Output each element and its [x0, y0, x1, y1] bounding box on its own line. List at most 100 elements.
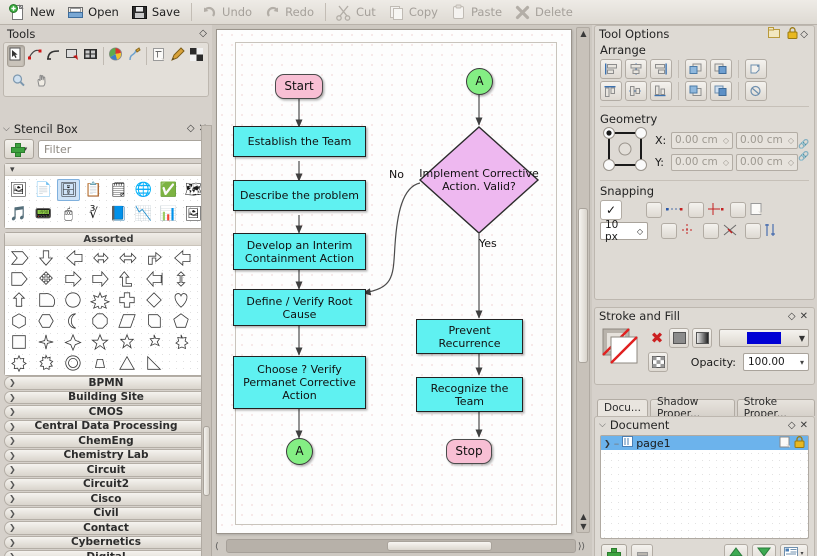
pattern-fill-button[interactable]: [648, 352, 668, 372]
scroll-down-icon[interactable]: ▲: [579, 512, 588, 521]
shape-four-point-star[interactable]: [60, 332, 86, 352]
shape-bent-arrow[interactable]: [141, 248, 167, 268]
blank-page-icon[interactable]: 📄: [32, 179, 55, 201]
lower-button[interactable]: [685, 81, 707, 101]
toolbar-button-save[interactable]: Save: [126, 2, 187, 23]
document-page-list[interactable]: ❯ – page1: [600, 435, 809, 539]
stencil-collection-cmos[interactable]: ❯ CMOS: [4, 405, 208, 419]
stroke-and-fill-config-icon[interactable]: ◇: [786, 311, 798, 322]
shape-striped-right-arrow[interactable]: [60, 269, 86, 289]
fill-color-combo[interactable]: ▼: [719, 329, 809, 347]
page-options-button[interactable]: ▾: [780, 544, 808, 556]
node-prevent-recurrence[interactable]: Prevent Recurrence: [416, 319, 523, 354]
shape-gear[interactable]: [60, 353, 86, 373]
spinner-icon[interactable]: ◇: [723, 136, 729, 145]
ungroup-button[interactable]: [745, 81, 767, 101]
list-icon[interactable]: 📋: [82, 179, 105, 201]
stencil-group-header[interactable]: ▾: [5, 164, 207, 176]
visible-icon[interactable]: [779, 436, 791, 451]
book-icon[interactable]: 📘: [107, 203, 130, 225]
raise-button[interactable]: [710, 59, 732, 79]
canvas-horizontal-scrollbar[interactable]: [226, 539, 576, 553]
align-bottom-button[interactable]: [650, 81, 672, 101]
tool-calligraphy[interactable]: [125, 45, 143, 67]
shape-up-bent-arrow[interactable]: [114, 269, 140, 289]
shape-pentagon-arrow[interactable]: [6, 269, 32, 289]
no-fill-icon[interactable]: ✖: [648, 329, 666, 347]
bring-to-front-button[interactable]: [685, 59, 707, 79]
toolbar-button-copy[interactable]: Copy: [383, 2, 445, 23]
dock-tab-2[interactable]: Stroke Proper...: [736, 396, 815, 420]
toolbar-button-undo[interactable]: Undo: [196, 2, 259, 23]
send-to-back-button[interactable]: [710, 81, 732, 101]
document-panel-close-icon[interactable]: ✕: [798, 420, 810, 431]
toolbar-button-delete[interactable]: Delete: [509, 2, 580, 23]
snap-grid-checkbox[interactable]: [661, 223, 677, 239]
database-icon[interactable]: 🗄: [57, 179, 80, 201]
toolbar-button-open[interactable]: Open: [62, 2, 126, 23]
stencil-filter-input[interactable]: Filter: [38, 139, 208, 159]
math-root-icon[interactable]: ∛: [82, 203, 105, 225]
stencil-box-scrollbar[interactable]: [201, 125, 212, 556]
shape-left-arrow-notched[interactable]: [60, 248, 86, 268]
expand-arrow-icon[interactable]: ❯: [9, 393, 16, 402]
shape-seven-point-star[interactable]: [141, 332, 167, 352]
spinner-icon[interactable]: ◇: [637, 227, 643, 236]
align-left-button[interactable]: [600, 59, 622, 79]
document-list-item-page1[interactable]: ❯ – page1: [601, 435, 808, 451]
chevron-down-icon[interactable]: ▼: [799, 334, 805, 343]
tool-gradient[interactable]: [63, 45, 81, 67]
expand-arrow-icon[interactable]: ❯: [9, 407, 16, 416]
spinner-icon[interactable]: ◇: [788, 136, 794, 145]
scroll-right-icon[interactable]: ⟩⟩: [578, 542, 585, 552]
shape-left-block-arrow[interactable]: [168, 248, 194, 268]
stencil-collection-central-data-processing[interactable]: ❯ Central Data Processing: [4, 419, 208, 433]
tool-text[interactable]: [150, 45, 168, 67]
expand-arrow-icon[interactable]: ❯: [9, 509, 16, 518]
stencil-box-scrollbar-thumb[interactable]: [203, 426, 210, 496]
node-connector-a-out[interactable]: A: [286, 438, 313, 465]
stencil-collection-bpmn[interactable]: ❯ BPMN: [4, 376, 208, 390]
polyline-icon[interactable]: 📉: [132, 203, 155, 225]
spinner-icon[interactable]: ◇: [723, 158, 729, 167]
shape-chevron-arrow[interactable]: [6, 248, 32, 268]
stencil-collection-digital[interactable]: ❯Digital: [4, 550, 208, 556]
check-icon[interactable]: ✅: [157, 179, 180, 201]
float-panel-icon[interactable]: [768, 26, 781, 42]
group-button[interactable]: [745, 59, 767, 79]
document-page[interactable]: Start Establish the Team Describe the pr…: [216, 29, 572, 534]
stencil-collection-civil[interactable]: ❯ Civil: [4, 506, 208, 520]
expand-arrow-icon[interactable]: ❯: [9, 465, 16, 474]
shape-left-right-arrow[interactable]: [114, 248, 140, 268]
stencil-collection-cisco[interactable]: ❯ Cisco: [4, 492, 208, 506]
shape-spiked-star[interactable]: [6, 353, 32, 373]
shape-triangle[interactable]: [114, 353, 140, 373]
snapping-enabled-checkbox[interactable]: ✓: [600, 200, 622, 220]
stencil-collection-circuit2[interactable]: ❯ Circuit2: [4, 477, 208, 491]
shape-four-point-star-thin[interactable]: [33, 332, 59, 352]
shape-hexagon[interactable]: [33, 311, 59, 331]
align-top-button[interactable]: [600, 81, 622, 101]
document-panel-collapse-icon[interactable]: ⌵: [599, 420, 606, 430]
tools-panel-config-icon[interactable]: ◇: [197, 28, 209, 39]
expand-arrow-icon[interactable]: ❯: [9, 494, 16, 503]
toolbar-button-paste[interactable]: Paste: [445, 2, 509, 23]
notes-icon[interactable]: 🗒: [107, 179, 130, 201]
geometry-x2-field[interactable]: 0.00 cm ◇: [736, 131, 798, 149]
shape-down-arrow[interactable]: [33, 248, 59, 268]
solid-fill-button[interactable]: [669, 328, 689, 348]
lock-icon[interactable]: [787, 26, 798, 42]
shape-cross[interactable]: [114, 290, 140, 310]
node-stop[interactable]: Stop: [446, 439, 492, 464]
gradient-fill-button[interactable]: [692, 328, 712, 348]
shape-octagon[interactable]: [87, 311, 113, 331]
tool-pattern[interactable]: [82, 45, 100, 67]
shape-square[interactable]: [6, 332, 32, 352]
stencil-collection-circuit[interactable]: ❯ Circuit: [4, 463, 208, 477]
shape-heart[interactable]: [168, 290, 194, 310]
stencil-box-collapse-icon[interactable]: ⌵: [3, 124, 10, 134]
scroll-up-icon[interactable]: ▲: [579, 29, 588, 38]
node-establish-the-team[interactable]: Establish the Team: [233, 126, 366, 157]
tool-pencil[interactable]: [169, 45, 187, 67]
assorted-group-header[interactable]: Assorted: [5, 233, 207, 246]
